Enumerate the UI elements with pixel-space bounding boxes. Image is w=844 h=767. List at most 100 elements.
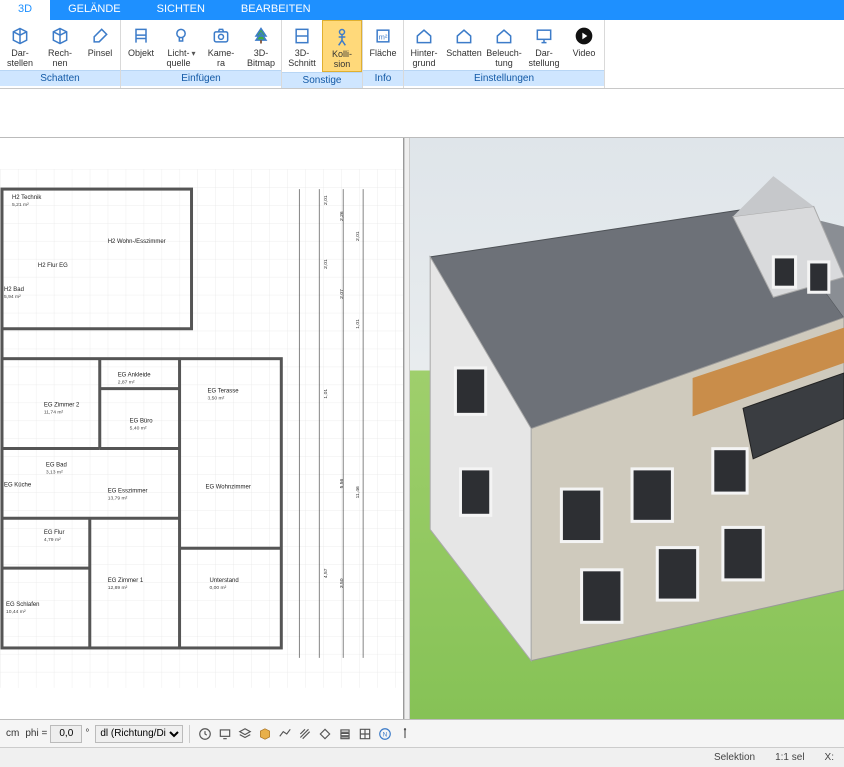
schatten2-button[interactable]: Schatten [444,20,484,70]
flaeche-button[interactable]: m² Fläche [363,20,403,70]
stack-icon[interactable] [336,725,354,743]
room-area: 3,13 m² [46,469,63,475]
phi-label: phi = [25,728,47,739]
tab-gelaende[interactable]: GELÄNDE [50,0,139,20]
room-label: EG Schlafen [6,602,40,608]
objekt-button[interactable]: Objekt [121,20,161,70]
dimension-label: 11,46 [355,486,361,498]
darstellung-button[interactable]: Dar- stellung [524,20,564,70]
room-area: 12,89 m² [108,585,128,591]
status-bar: Selektion 1:1 sel X: [0,747,844,767]
pane-2d-plan[interactable]: H2 Technik5,21 m²H2 Wohn-/EsszimmerH2 Fl… [0,138,404,719]
house-icon [412,24,436,48]
phi-input[interactable] [50,725,82,743]
room-label: H2 Bad [4,287,24,293]
grid-icon[interactable] [356,725,374,743]
dimension-label: 5,56 [339,478,345,488]
status-scale: 1:1 sel [775,752,804,763]
room-label: H2 Wohn-/Esszimmer [108,239,166,245]
video-button[interactable]: Video [564,20,604,70]
house-icon [492,24,516,48]
bitmap3d-button[interactable]: 3D- Bitmap [241,20,281,70]
house-icon [452,24,476,48]
unit-label: cm [6,728,19,739]
kamera-button[interactable]: Kame- ra [201,20,241,70]
schnitt3d-button[interactable]: 3D- Schnitt [282,20,322,72]
beleuchtung-button[interactable]: Beleuch- tung [484,20,524,70]
room-label: EG Flur [44,530,65,536]
ribbon-group-label: Einstellungen [404,70,604,86]
layers-icon[interactable] [236,725,254,743]
N-icon[interactable]: N [376,725,394,743]
cube-color-icon[interactable] [256,725,274,743]
room-area: 10,44 m² [6,609,26,615]
bottom-toolbar: cm phi = ° dl (Richtung/Di N [0,719,844,747]
brush-icon [88,24,112,48]
hintergrund-button[interactable]: Hinter- grund [404,20,444,70]
tab-3d[interactable]: 3D [0,0,50,20]
pinsel-button[interactable]: Pinsel [80,20,120,70]
room-area: 3,50 m² [207,396,224,402]
room-label: EG Zimmer 1 [108,578,144,584]
cube-icon [48,24,72,48]
flaeche-label: Fläche [369,48,396,68]
rechnen-label: Rech- nen [48,48,72,68]
room-area: 0,00 m² [209,585,226,591]
tab-sichten[interactable]: SICHTEN [139,0,223,20]
dimension-label: 2,01 [323,259,329,269]
bitmap3d-label: 3D- Bitmap [247,48,275,68]
darstellung-label: Dar- stellung [528,48,559,68]
kollision-label: Kolli- sion [332,49,352,69]
room-label: EG Ankleide [118,373,152,379]
room-label: EG Zimmer 2 [44,403,80,409]
monitor-icon[interactable] [216,725,234,743]
camera-icon [209,24,233,48]
dimension-label: 2,07 [339,289,345,299]
room-label: EG Büro [130,419,154,425]
dimension-label: 4,57 [323,568,329,578]
schnitt3d-label: 3D- Schnitt [288,48,316,68]
room-area: 13,79 m² [108,495,128,501]
pane-3d-view[interactable] [410,138,844,719]
rechnen-button[interactable]: Rech- nen [40,20,80,70]
lichtquelle-button[interactable]: Licht- quelle [161,20,201,70]
info-icon[interactable] [396,725,414,743]
tab-bar: 3D GELÄNDE SICHTEN BEARBEITEN [0,0,844,20]
person-icon [330,25,354,49]
kamera-label: Kame- ra [208,48,235,68]
diamond-icon[interactable] [316,725,334,743]
tab-bearbeiten[interactable]: BEARBEITEN [223,0,329,20]
mode-select[interactable]: dl (Richtung/Di [95,725,183,743]
clock-icon[interactable] [196,725,214,743]
ribbon-group-label: Einfügen [121,70,281,86]
bulb-icon [169,24,193,48]
room-area: 5,21 m² [12,202,29,208]
svg-text:m²: m² [379,32,388,41]
ribbon: Dar- stellen Rech- nen Pinsel Schatten Objek… [0,20,844,89]
room-area: 11,74 m² [44,410,64,416]
dimension-label: 3,50 [339,578,345,588]
pinsel-label: Pinsel [88,48,113,68]
room-label: EG Esszimmer [108,488,148,494]
room-label: EG Wohnzimmer [205,484,250,490]
beleuchtung-label: Beleuch- tung [486,48,522,68]
room-label: EG Küche [4,482,32,488]
darstellen-button[interactable]: Dar- stellen [0,20,40,70]
lichtquelle-label: Licht- quelle [166,48,195,68]
room-area: 5,94 m² [4,294,21,300]
chair-icon [129,24,153,48]
tree-icon [249,24,273,48]
svg-text:N: N [383,731,388,738]
darstellen-label: Dar- stellen [7,48,33,68]
room-label: EG Bad [46,462,67,468]
room-area: 4,79 m² [44,537,61,543]
surface-icon[interactable] [276,725,294,743]
stripes-icon[interactable] [296,725,314,743]
dimension-label: 2,01 [355,231,361,241]
room-label: EG Terasse [207,389,239,395]
dimension-label: 1,01 [355,319,361,329]
play-icon [572,24,596,48]
kollision-button[interactable]: Kolli- sion [322,20,362,72]
objekt-label: Objekt [128,48,154,68]
room-label: H2 Technik [12,195,41,201]
